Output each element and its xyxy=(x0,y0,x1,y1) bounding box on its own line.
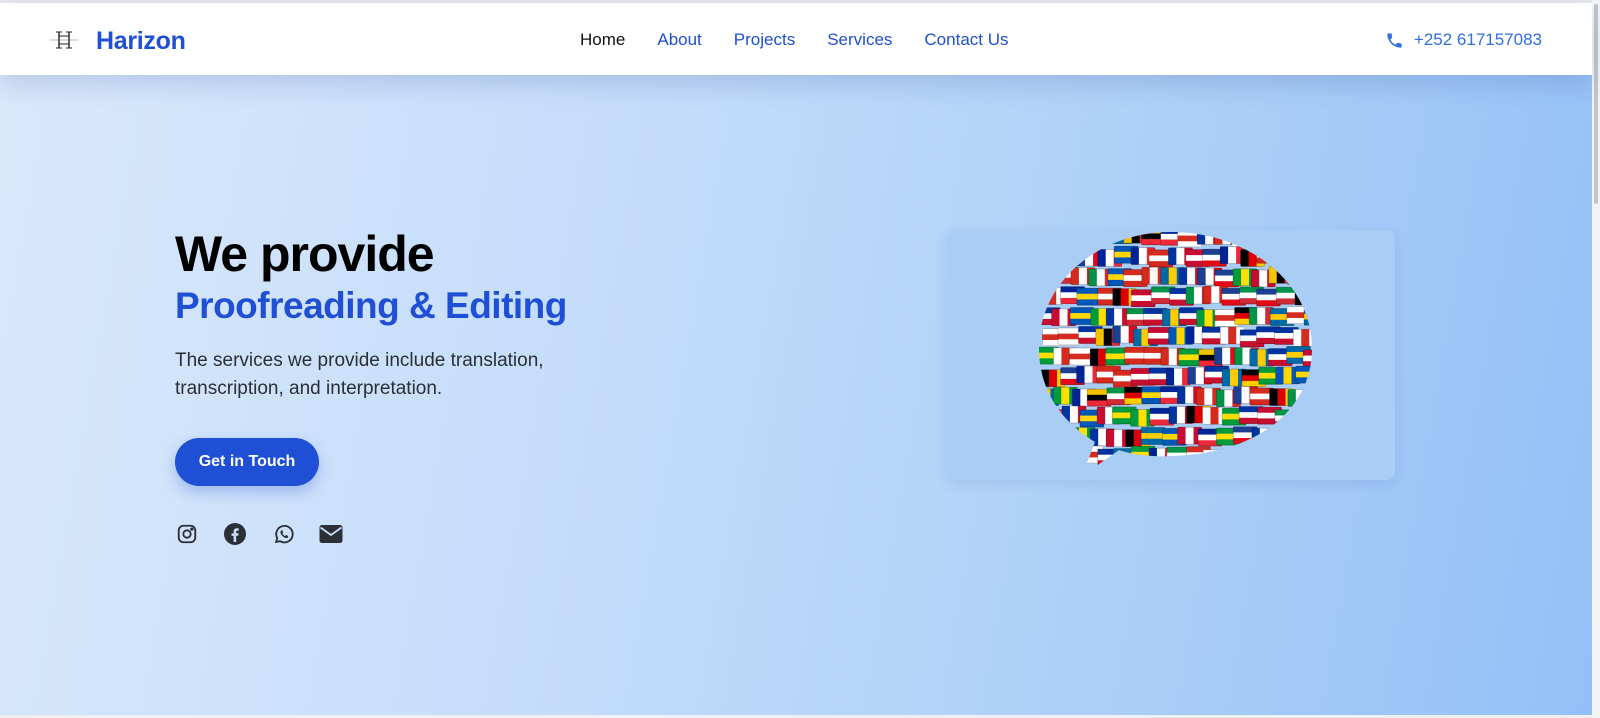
flag-tile xyxy=(1302,349,1312,368)
brand-name[interactable]: Harizon xyxy=(96,27,186,56)
flag-tile xyxy=(1061,446,1087,465)
flag-tile xyxy=(1287,267,1312,285)
phone-icon xyxy=(1387,32,1402,48)
flag-tile xyxy=(1039,266,1061,284)
nav-link-about[interactable]: About xyxy=(657,30,701,50)
flag-tile xyxy=(1294,287,1312,306)
flag-tile xyxy=(1313,370,1337,387)
flag-tile xyxy=(1310,447,1312,465)
main-nav: Home About Projects Services Contact Us xyxy=(580,30,1041,50)
nav-link-contact-us[interactable]: Contact Us xyxy=(924,30,1008,50)
scrollbar-thumb[interactable] xyxy=(1594,4,1598,204)
email-icon[interactable] xyxy=(319,522,343,546)
phone-link[interactable]: +252 617157083 xyxy=(1385,30,1542,50)
flag-tile xyxy=(1309,247,1312,265)
flag-tile xyxy=(1284,232,1310,246)
flag-tile xyxy=(1304,388,1312,407)
facebook-icon[interactable] xyxy=(223,522,247,546)
flag-tile xyxy=(1202,449,1228,468)
flag-tile xyxy=(1287,389,1312,407)
flag-tile xyxy=(1306,232,1312,245)
flag-tile xyxy=(1275,248,1301,267)
flag-tile xyxy=(1039,232,1060,246)
flag-tile xyxy=(1041,248,1067,267)
flag-tile xyxy=(1292,328,1312,347)
flag-tile xyxy=(1258,448,1284,467)
nav-link-projects[interactable]: Projects xyxy=(734,30,795,50)
flag-tile xyxy=(1221,448,1247,467)
flag-tile xyxy=(1140,426,1166,445)
nav-link-services[interactable]: Services xyxy=(827,30,892,50)
flag-tile xyxy=(1251,232,1276,246)
flag-tile xyxy=(1070,232,1096,246)
flag-tile xyxy=(1231,232,1257,247)
flag-tile xyxy=(1076,287,1102,306)
flag-tile xyxy=(1256,245,1282,264)
flag-tile xyxy=(1270,427,1296,446)
flag-tile xyxy=(1303,307,1312,326)
hero-title: We provide xyxy=(175,226,435,282)
flag-tile xyxy=(1314,406,1338,423)
flag-tile xyxy=(1058,246,1084,265)
flag-tile xyxy=(1287,426,1312,445)
flag-tile xyxy=(1293,245,1312,264)
flag-tile xyxy=(1089,232,1115,244)
flag-tile xyxy=(1214,232,1239,245)
flag-tile xyxy=(1267,232,1292,245)
hero-section: We provide Proofreading & Editing The se… xyxy=(0,75,1592,715)
flag-tile xyxy=(1294,409,1312,427)
instagram-icon[interactable] xyxy=(175,522,199,546)
flag-tile xyxy=(1039,426,1060,444)
flag-tile xyxy=(1268,265,1294,284)
social-links xyxy=(175,522,367,546)
flag-tile xyxy=(1295,365,1312,384)
flag-tile xyxy=(1165,367,1191,386)
hero-subtitle: Proofreading & Editing xyxy=(175,285,567,326)
flag-tile xyxy=(1314,290,1338,307)
flag-tile xyxy=(1304,427,1312,446)
flag-tile xyxy=(1276,448,1302,467)
whatsapp-icon[interactable] xyxy=(271,522,295,546)
get-in-touch-button[interactable]: Get in Touch xyxy=(175,438,319,486)
hero-description: The services we provide include translat… xyxy=(175,350,544,399)
hero-image-card xyxy=(947,230,1395,480)
flag-tile xyxy=(1274,409,1300,428)
flag-tile xyxy=(1186,446,1211,464)
phone-number: +252 617157083 xyxy=(1413,30,1542,49)
flag-tile xyxy=(1293,446,1312,465)
nav-link-home[interactable]: Home xyxy=(580,30,625,50)
flag-tile xyxy=(1240,249,1266,267)
navbar: Harizon Home About Projects Services Con… xyxy=(0,3,1592,75)
flag-tile xyxy=(1251,427,1277,446)
flag-tile xyxy=(1314,329,1338,346)
h-monogram-icon[interactable] xyxy=(48,27,80,53)
flag-tile xyxy=(1239,449,1265,468)
flags-speech-bubble-icon xyxy=(1039,232,1338,468)
flag-tile xyxy=(1304,267,1312,286)
flag-tile xyxy=(1052,429,1078,448)
flag-tile xyxy=(1052,232,1078,246)
flag-tile xyxy=(1042,449,1068,468)
flag-tile xyxy=(1097,448,1123,467)
